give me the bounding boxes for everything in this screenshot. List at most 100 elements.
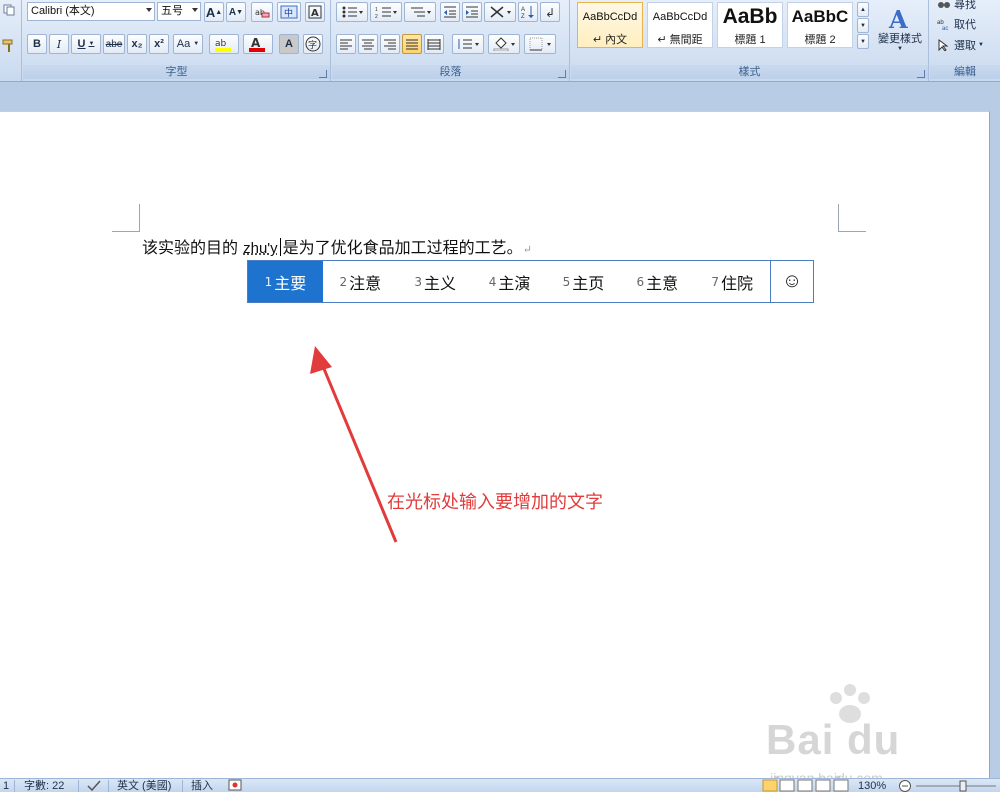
select-button[interactable]: 選取 ▼ [936, 35, 992, 55]
svg-text:A: A [888, 6, 908, 30]
text-before: 该实验的目的 [142, 238, 239, 257]
chevron-down-icon[interactable] [146, 8, 152, 12]
styles-scroll-up[interactable]: ▲ [857, 2, 869, 17]
phonetic-guide-button[interactable]: 中 [277, 2, 301, 22]
zoom-slider[interactable] [916, 779, 996, 792]
line-spacing-button[interactable] [452, 34, 484, 54]
align-center-icon [362, 39, 374, 50]
change-case-button[interactable]: Aa ▼ [173, 34, 203, 54]
change-styles-button[interactable]: A 變更樣式 ▼ [873, 0, 927, 58]
asian-layout-button[interactable] [484, 2, 516, 22]
increase-indent-button[interactable] [462, 2, 482, 22]
superscript-button[interactable]: x² [149, 34, 169, 54]
italic-button[interactable]: I [49, 34, 69, 54]
justify-icon [406, 39, 418, 50]
subscript-button[interactable]: x₂ [127, 34, 147, 54]
strikethrough-button[interactable]: abe [103, 34, 125, 54]
shrink-font-label: A [228, 6, 237, 18]
insert-mode[interactable]: 插入 [191, 779, 213, 792]
copy-icon[interactable] [0, 0, 18, 20]
sort-button[interactable]: AZ [518, 2, 538, 22]
candidate-number: 4 [488, 274, 497, 289]
ime-candidate[interactable]: 7 住院 [694, 261, 770, 302]
ime-candidate[interactable]: 2 注意 [323, 261, 398, 302]
candidate-number: 3 [414, 274, 422, 289]
ime-candidate[interactable]: 1 主要 [248, 261, 323, 302]
align-left-button[interactable] [336, 34, 356, 54]
find-button[interactable]: 尋找 [936, 0, 992, 14]
style-name: 標題 2 [804, 34, 836, 46]
style-heading-1[interactable]: AaBb 標題 1 [717, 2, 783, 48]
word-count[interactable]: 字數: 22 [24, 779, 64, 792]
ime-candidate[interactable]: 3 主义 [398, 261, 473, 302]
clear-format-button[interactable]: ab [251, 2, 273, 22]
dialog-launcher-icon[interactable] [917, 70, 925, 78]
zoom-level[interactable]: 130% [858, 779, 886, 792]
style-preview: AaBb [722, 5, 778, 28]
ime-candidate[interactable]: 4 主演 [473, 261, 547, 302]
clear-format-icon: ab [255, 8, 270, 18]
shrink-font-button[interactable]: A ▼ [226, 2, 246, 22]
replace-button[interactable]: ab ac 取代 [936, 14, 992, 34]
style-heading-2[interactable]: AaBbC 標題 2 [787, 2, 853, 48]
language-indicator[interactable]: 英文 (美國) [117, 779, 171, 792]
grow-font-button[interactable]: A ▲ [204, 2, 224, 22]
multilevel-list-button[interactable] [404, 2, 436, 22]
subscript-label: x₂ [131, 38, 143, 50]
styles-more[interactable]: ▼ [857, 34, 869, 49]
chevron-down-icon[interactable] [192, 8, 198, 12]
bold-button[interactable]: B [27, 34, 47, 54]
zoom-out-icon [899, 780, 911, 792]
char-shading-button[interactable]: A [279, 34, 299, 54]
zoom-out-button[interactable] [898, 779, 912, 792]
ime-candidate[interactable]: 5 主页 [547, 261, 621, 302]
enclose-char-button[interactable]: 字 [303, 34, 323, 54]
proofing-icon[interactable] [86, 779, 102, 792]
macro-record-icon[interactable] [228, 779, 242, 792]
borders-icon [529, 37, 551, 51]
select-label: 選取 [954, 40, 976, 52]
justify-button[interactable] [402, 34, 422, 54]
ime-candidate[interactable]: 6 主意 [620, 261, 694, 302]
page-indicator[interactable]: 1 [3, 779, 9, 792]
format-painter-icon[interactable] [0, 36, 18, 56]
highlight-button[interactable]: ab [209, 34, 239, 54]
paragraph[interactable]: 该实验的目的 zhu'y 是为了优化食品加工过程的工艺。↵ [142, 234, 532, 258]
char-border-button[interactable]: A [305, 2, 325, 22]
italic-label: I [56, 37, 62, 51]
candidate-number: 1 [264, 274, 273, 289]
distribute-button[interactable] [424, 34, 444, 54]
sort-icon: AZ [521, 6, 534, 19]
char-border-icon: A [308, 5, 322, 19]
font-name-value: Calibri (本文) [31, 5, 95, 17]
decrease-indent-button[interactable] [440, 2, 460, 22]
candidate-number: 5 [562, 274, 571, 289]
dialog-launcher-icon[interactable] [319, 70, 327, 78]
paragraph-group-label: 段落 [332, 65, 569, 79]
find-label: 尋找 [954, 0, 976, 11]
document-page[interactable]: 该实验的目的 zhu'y 是为了优化食品加工过程的工艺。↵ 1 主要 2 注意 3 主义… [0, 111, 990, 792]
bullets-button[interactable] [336, 2, 368, 22]
shading-button[interactable] [488, 34, 520, 54]
increase-indent-icon [466, 6, 478, 18]
dialog-launcher-icon[interactable] [558, 70, 566, 78]
align-center-button[interactable] [358, 34, 378, 54]
borders-button[interactable] [524, 34, 556, 54]
style-no-spacing[interactable]: AaBbCcDd ↵ 無間距 [647, 2, 713, 48]
editing-group-label: 編輯 [930, 65, 1000, 79]
phonetic-guide-icon: 中 [280, 5, 298, 19]
replace-icon: abac [937, 20, 948, 30]
numbering-button[interactable]: 12 [370, 2, 402, 22]
font-color-button[interactable]: A [243, 34, 273, 54]
style-normal[interactable]: AaBbCcDd ↵ 內文 [577, 2, 643, 48]
text-caret [279, 238, 281, 256]
emoji-button[interactable]: ☺ [770, 261, 813, 302]
candidate-text: 主页 [572, 273, 605, 293]
show-marks-button[interactable]: ↲ [540, 2, 560, 22]
ribbon: Calibri (本文) 五号 A ▲ A ▼ ab 中 A B I U ▼ abe … [0, 0, 1000, 82]
align-right-button[interactable] [380, 34, 400, 54]
styles-scroll-down[interactable]: ▼ [857, 18, 869, 33]
font-name-combo[interactable]: Calibri (本文) [27, 2, 155, 21]
font-size-combo[interactable]: 五号 [157, 2, 201, 21]
underline-button[interactable]: U ▼ [71, 34, 101, 54]
